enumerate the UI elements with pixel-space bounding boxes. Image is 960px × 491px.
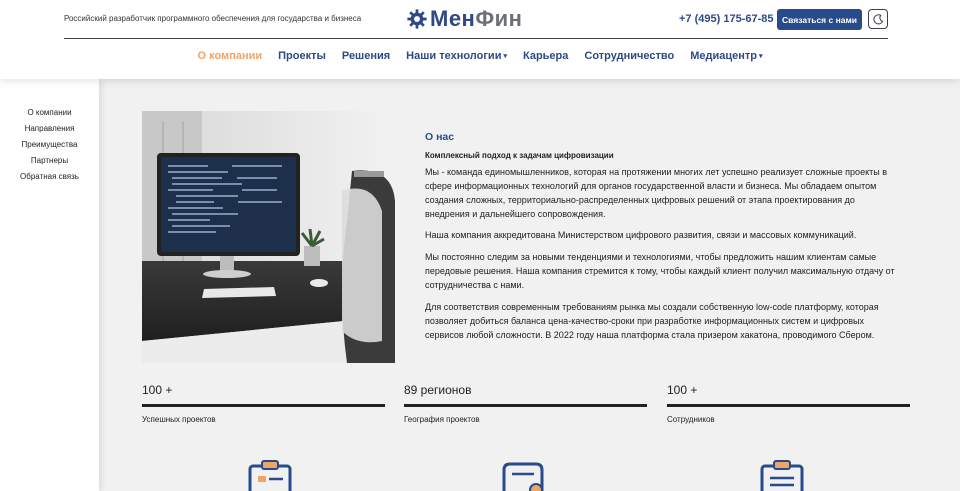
- workspace-image: [142, 111, 395, 363]
- site-header: Российский разработчик программного обес…: [0, 0, 960, 79]
- chevron-down-icon: ▾: [503, 53, 507, 60]
- gear-icon: [407, 9, 427, 29]
- stat-regions: 89 регионов География проектов: [404, 383, 647, 424]
- nav-item-media[interactable]: Медиацентр ▾: [690, 50, 762, 62]
- stat-divider: [667, 404, 910, 407]
- office-photo: [142, 111, 395, 363]
- stat-label: Сотрудников: [667, 415, 715, 424]
- sidebar-item-directions[interactable]: Направления: [0, 124, 99, 133]
- nav-item-label: О компании: [197, 50, 263, 62]
- about-subtitle: Комплексный подход к задачам цифровизаци…: [425, 151, 614, 160]
- nav-item-solutions[interactable]: Решения: [342, 50, 390, 62]
- sidebar-item-feedback[interactable]: Обратная связь: [0, 172, 99, 181]
- stat-divider: [142, 404, 385, 407]
- document-list-icon: [245, 460, 295, 491]
- nav-item-label: Сотрудничество: [584, 50, 675, 62]
- stat-divider: [404, 404, 647, 407]
- about-paragraph: Наша компания аккредитована Министерство…: [425, 230, 857, 240]
- stat-value: 100 +: [142, 383, 173, 397]
- stat-value: 100 +: [667, 383, 698, 397]
- sidebar-item-about[interactable]: О компании: [0, 108, 99, 117]
- clipboard-icon: [757, 460, 807, 491]
- nav-item-label: Решения: [341, 50, 391, 62]
- chevron-down-icon: ▾: [758, 53, 763, 60]
- stat-projects: 100 + Успешных проектов: [142, 383, 385, 424]
- logo-text-right: Фин: [475, 6, 523, 31]
- nav-item-label: Проекты: [278, 50, 326, 62]
- nav-item-career[interactable]: Карьера: [523, 50, 568, 62]
- moon-icon: [872, 13, 883, 24]
- header-divider: [64, 38, 888, 39]
- theme-toggle-button[interactable]: [868, 9, 888, 29]
- sidebar: О компании Направления Преимущества Парт…: [0, 79, 99, 491]
- sidebar-item-advantages[interactable]: Преимущества: [0, 140, 99, 149]
- nav-item-cooperation[interactable]: Сотрудничество: [584, 50, 674, 62]
- sidebar-item-partners[interactable]: Партнеры: [0, 156, 99, 165]
- logo-text-left: Мен: [430, 6, 476, 31]
- nav-item-label: Карьера: [522, 50, 569, 62]
- nav-item-about[interactable]: О компании: [198, 50, 263, 62]
- main-nav: О компании Проекты Решения Наши технолог…: [0, 50, 960, 62]
- about-title: О нас: [425, 131, 455, 143]
- stat-label: География проектов: [404, 415, 480, 424]
- contact-button[interactable]: Связаться с нами: [777, 9, 862, 30]
- about-paragraph: Мы - команда единомышленников, которая н…: [425, 167, 887, 219]
- nav-item-technologies[interactable]: Наши технологии ▾: [406, 50, 507, 62]
- stat-value: 89 регионов: [404, 383, 472, 397]
- nav-item-label: Наши технологии: [406, 50, 502, 62]
- about-paragraph: Мы постоянно следим за новыми тенденциям…: [425, 252, 895, 290]
- tagline: Российский разработчик программного обес…: [64, 14, 362, 23]
- nav-item-label: Медиацентр: [690, 50, 757, 62]
- stat-employees: 100 + Сотрудников: [667, 383, 910, 424]
- about-paragraph: Для соответствия современным требованиям…: [425, 302, 879, 340]
- logo[interactable]: МенФин: [406, 6, 522, 32]
- nav-item-projects[interactable]: Проекты: [278, 50, 326, 62]
- logo-text: МенФин: [430, 6, 522, 32]
- phone-link[interactable]: +7 (495) 175-67-85: [679, 13, 773, 25]
- scroll-icon: [496, 460, 546, 491]
- stat-label: Успешных проектов: [142, 415, 216, 424]
